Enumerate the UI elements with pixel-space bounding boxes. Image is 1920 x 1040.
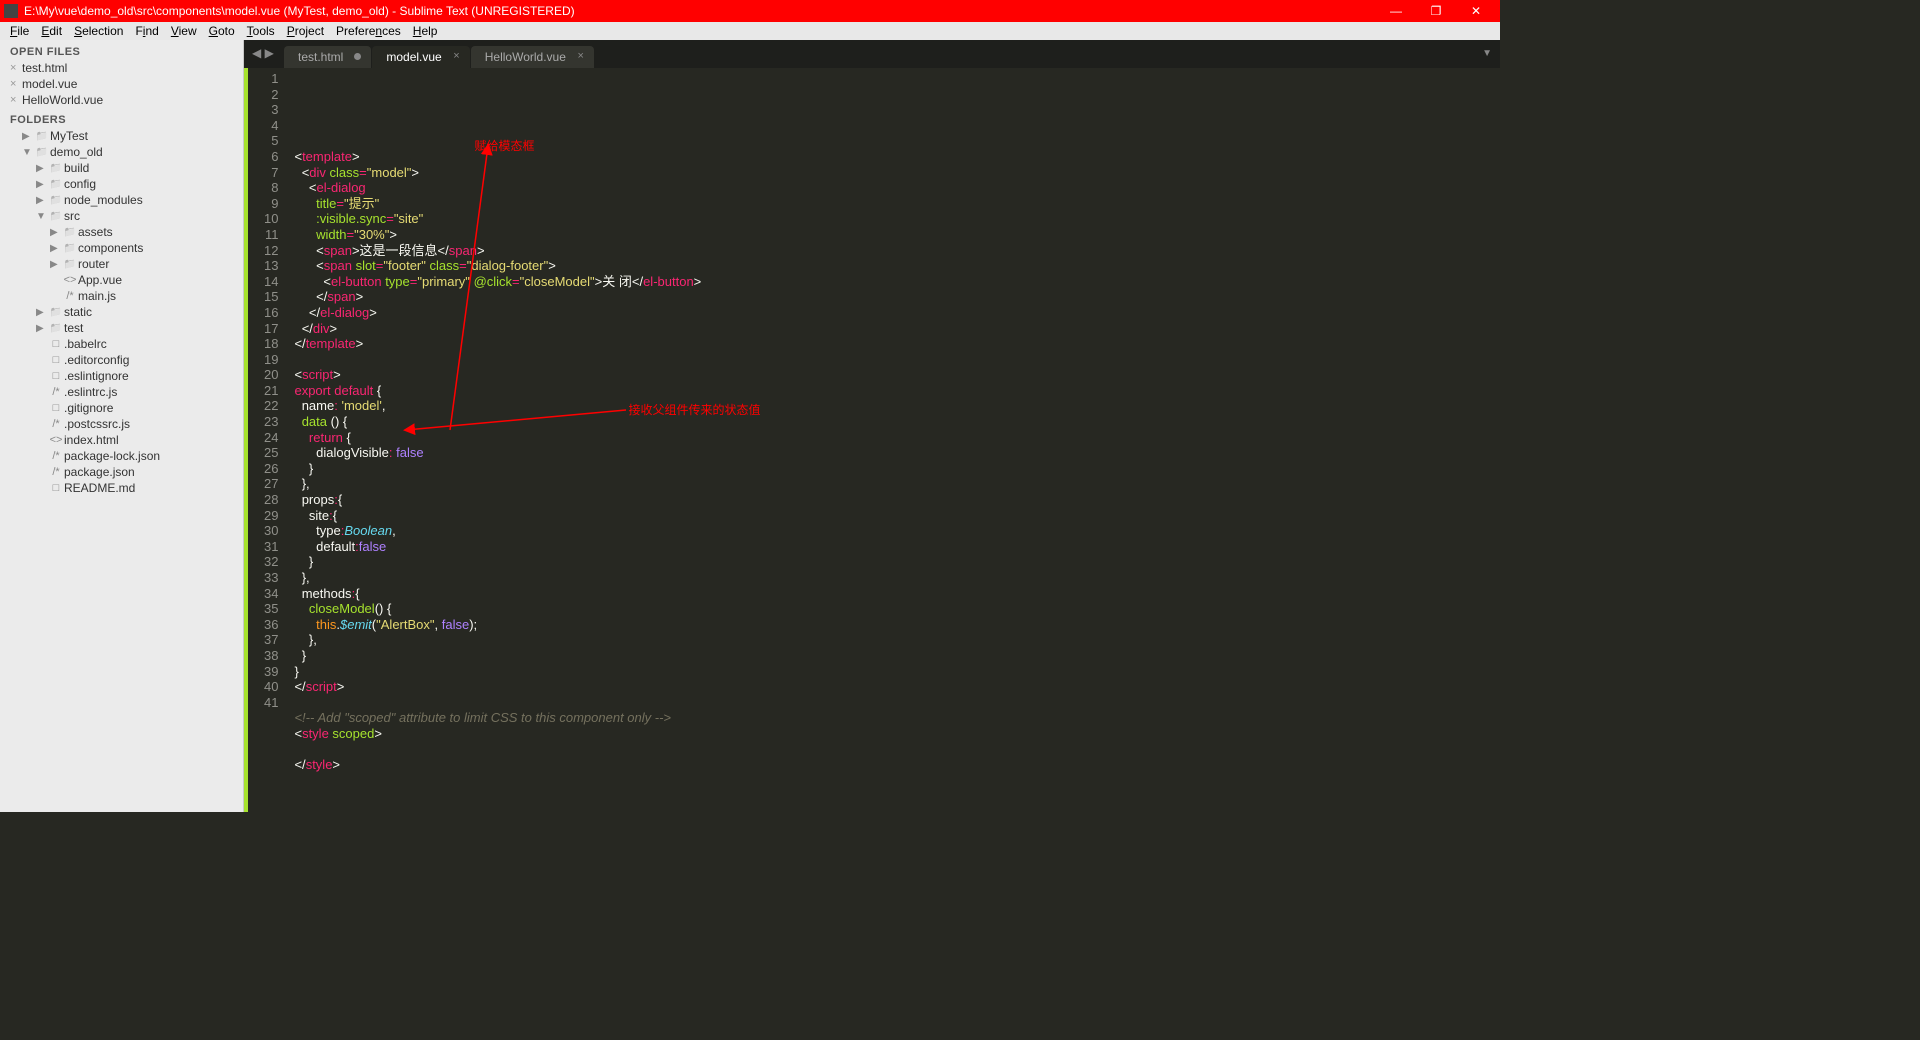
file-icon: □ [48,354,64,366]
expand-icon[interactable]: ▼ [22,147,34,158]
file-icon: □ [48,370,64,382]
expand-icon[interactable]: ▶ [50,259,62,270]
file-icon: /* [48,386,64,398]
folder-icon [48,195,64,206]
folder-icon [48,179,64,190]
file-icon: /* [48,418,64,430]
folder-icon [62,259,78,270]
editor-tab[interactable]: model.vue× [372,46,469,68]
code-editor[interactable]: 1234567891011121314151617181920212223242… [244,68,1500,812]
file-item[interactable]: /*main.js [0,288,243,304]
file-item[interactable]: □.editorconfig [0,352,243,368]
line-gutter: 1234567891011121314151617181920212223242… [248,68,288,812]
folder-icon [34,131,50,142]
menu-view[interactable]: View [165,24,203,38]
file-icon: <> [48,434,64,446]
file-item[interactable]: <>index.html [0,432,243,448]
expand-icon[interactable]: ▶ [36,323,48,334]
menu-project[interactable]: Project [281,24,330,38]
tab-nav-arrows[interactable]: ◀ ▶ [252,46,274,60]
folder-icon [48,323,64,334]
dirty-indicator-icon[interactable] [354,53,361,60]
close-file-icon[interactable]: × [10,78,22,90]
expand-icon[interactable]: ▼ [36,211,48,222]
expand-icon[interactable]: ▶ [36,195,48,206]
open-file-item[interactable]: ×model.vue [0,76,243,92]
editor-tab[interactable]: test.html [284,46,371,68]
open-file-item[interactable]: ×test.html [0,60,243,76]
minimize-button[interactable]: — [1376,0,1416,22]
folder-icon [48,163,64,174]
menu-selection[interactable]: Selection [68,24,129,38]
menu-file[interactable]: File [4,24,35,38]
folder-item[interactable]: ▼demo_old [0,144,243,160]
menu-edit[interactable]: Edit [35,24,68,38]
folder-item[interactable]: ▶node_modules [0,192,243,208]
close-tab-icon[interactable]: × [577,50,583,62]
titlebar: E:\My\vue\demo_old\src\components\model.… [0,0,1500,22]
file-icon: □ [48,402,64,414]
folder-item[interactable]: ▶assets [0,224,243,240]
file-item[interactable]: <>App.vue [0,272,243,288]
maximize-button[interactable]: ❐ [1416,0,1456,22]
expand-icon[interactable]: ▶ [36,179,48,190]
close-tab-icon[interactable]: × [453,50,459,62]
expand-icon[interactable]: ▶ [50,227,62,238]
expand-icon[interactable]: ▶ [36,163,48,174]
folder-icon [48,307,64,318]
folder-icon [34,147,50,158]
tab-overflow-icon[interactable]: ▼ [1482,48,1492,59]
folder-item[interactable]: ▶test [0,320,243,336]
file-item[interactable]: /*.eslintrc.js [0,384,243,400]
expand-icon[interactable]: ▶ [22,131,34,142]
file-item[interactable]: /*package.json [0,464,243,480]
expand-icon[interactable]: ▶ [50,243,62,254]
file-icon: /* [48,450,64,462]
window-title: E:\My\vue\demo_old\src\components\model.… [24,4,1376,18]
file-icon: □ [48,338,64,350]
folder-icon [62,227,78,238]
file-item[interactable]: □.eslintignore [0,368,243,384]
file-item[interactable]: □README.md [0,480,243,496]
folder-item[interactable]: ▶MyTest [0,128,243,144]
folder-item[interactable]: ▶build [0,160,243,176]
close-file-icon[interactable]: × [10,62,22,74]
menu-preferences[interactable]: Preferences [330,24,407,38]
folders-header: FOLDERS [0,108,243,128]
code-content[interactable]: 赋给模态框 接收父组件传来的状态值 <template> <div class=… [288,68,701,812]
sidebar: OPEN FILES ×test.html×model.vue×HelloWor… [0,40,244,812]
folder-icon [48,211,64,222]
folder-icon [62,243,78,254]
editor-tab[interactable]: HelloWorld.vue× [471,46,594,68]
file-item[interactable]: /*package-lock.json [0,448,243,464]
folder-item[interactable]: ▼src [0,208,243,224]
file-icon: □ [48,482,64,494]
file-icon: /* [62,290,78,302]
menu-help[interactable]: Help [407,24,444,38]
tabbar: ◀ ▶ test.htmlmodel.vue×HelloWorld.vue× ▼ [244,40,1500,68]
menu-goto[interactable]: Goto [203,24,241,38]
folder-item[interactable]: ▶router [0,256,243,272]
file-item[interactable]: □.babelrc [0,336,243,352]
file-item[interactable]: /*.postcssrc.js [0,416,243,432]
file-icon: <> [62,274,78,286]
folder-item[interactable]: ▶static [0,304,243,320]
file-item[interactable]: □.gitignore [0,400,243,416]
close-button[interactable]: ✕ [1456,0,1496,22]
folder-item[interactable]: ▶config [0,176,243,192]
expand-icon[interactable]: ▶ [36,307,48,318]
folder-item[interactable]: ▶components [0,240,243,256]
file-icon: /* [48,466,64,478]
close-file-icon[interactable]: × [10,94,22,106]
open-file-item[interactable]: ×HelloWorld.vue [0,92,243,108]
menu-tools[interactable]: Tools [241,24,281,38]
menubar: File Edit Selection Find View Goto Tools… [0,22,1500,40]
app-icon [4,4,18,18]
menu-find[interactable]: Find [129,24,164,38]
open-files-header: OPEN FILES [0,40,243,60]
